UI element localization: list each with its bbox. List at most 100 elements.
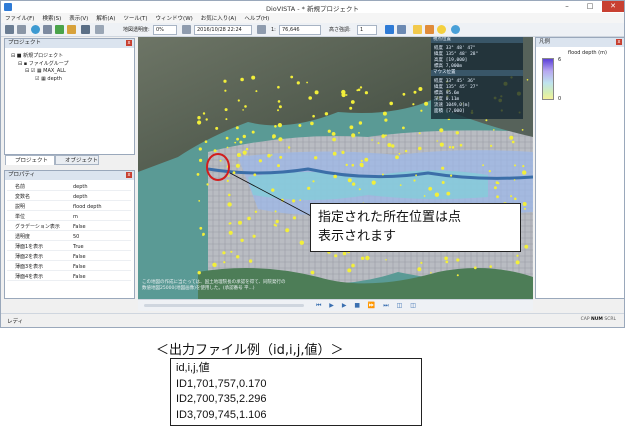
project-panel-title: プロジェクト — [8, 40, 42, 46]
layer-add-icon[interactable] — [55, 25, 64, 34]
observation-point — [488, 170, 491, 173]
observation-point — [444, 256, 448, 261]
grid-icon[interactable] — [17, 25, 26, 34]
bulb-icon[interactable] — [437, 25, 446, 34]
observation-point — [522, 165, 525, 168]
scale-field[interactable]: 76,646 — [279, 25, 321, 35]
tree-item-max-all[interactable]: ⊟ ☑ ▦ MAX_ALL — [25, 68, 66, 74]
observation-point — [275, 219, 279, 224]
property-value: depth — [73, 194, 88, 200]
observation-point — [418, 146, 422, 151]
close-button[interactable]: ✕ — [602, 1, 624, 12]
observation-point — [389, 101, 393, 106]
observation-point — [510, 195, 513, 198]
binoculars-icon[interactable] — [5, 25, 14, 34]
observation-point — [314, 156, 318, 160]
observation-point — [235, 163, 240, 168]
exaggeration-label: 高さ強調: — [329, 27, 351, 33]
observation-point — [199, 226, 203, 230]
observation-point — [423, 195, 426, 197]
property-row[interactable]: グラデーション表示 False — [7, 223, 131, 231]
transparency-label: 地図透明度: — [123, 27, 150, 33]
project-panel: プロジェクト x ⊟ ■ 新規プロジェクト ⊟ ▪ ファイルグループ ⊟ ☑ ▦ … — [4, 38, 135, 155]
observation-point — [418, 132, 421, 135]
property-row[interactable]: 説明 flood depth — [7, 203, 131, 211]
drop-icon[interactable] — [31, 25, 40, 34]
property-row[interactable]: 透明度 50 — [7, 233, 131, 241]
time-slider[interactable] — [144, 304, 304, 307]
close-icon[interactable]: x — [126, 40, 132, 46]
arrow-icon[interactable] — [257, 25, 266, 34]
observation-point — [341, 150, 345, 154]
property-row[interactable]: 変数名 depth — [7, 193, 131, 201]
tree-item-project[interactable]: ⊟ ■ 新規プロジェクト — [11, 52, 63, 59]
map-view[interactable]: 視点位置 経度 33° 48' 47" 緯度 135° 48' 28" 高度 [… — [138, 37, 533, 299]
legend-panel-title: 凡例 — [539, 39, 551, 45]
observation-point — [358, 188, 361, 191]
minimize-button[interactable]: – — [556, 1, 578, 12]
select-icon[interactable] — [43, 25, 52, 34]
menu-window[interactable]: ウィンドウ(W) — [152, 13, 197, 23]
transparency-select[interactable]: 0% — [153, 25, 177, 35]
menu-help[interactable]: ヘルプ(H) — [240, 13, 273, 23]
chart-icon[interactable] — [425, 25, 434, 34]
observation-point — [226, 179, 229, 182]
observation-point — [360, 164, 364, 168]
menu-view[interactable]: 表示(V) — [65, 13, 92, 23]
crosshair-icon[interactable] — [385, 25, 394, 34]
datetime-field[interactable]: 2016/10/28 22:24 — [194, 25, 252, 35]
close-icon[interactable]: x — [616, 39, 622, 45]
property-row[interactable]: 薄面4を表示 False — [7, 273, 131, 281]
observation-point — [228, 230, 233, 235]
observation-point — [521, 129, 524, 131]
observation-point — [436, 140, 439, 142]
status-indicators: CAP NUM SCRL — [581, 317, 616, 322]
tab-object[interactable]: オブジェクト — [55, 155, 99, 165]
erase-icon[interactable] — [95, 25, 104, 34]
observation-point — [234, 141, 237, 144]
output-caption: ＜出力ファイル例（id,i,j,値）＞ — [156, 343, 344, 358]
playback-controls[interactable]: ⏮ ▶ ▶ ■ ⏩ ⏭ ◫ ◫ — [316, 302, 419, 310]
observation-point — [255, 90, 258, 93]
observation-point — [430, 272, 432, 274]
observation-point — [205, 118, 208, 121]
property-key: グラデーション表示 — [15, 224, 60, 230]
observation-point — [342, 251, 347, 256]
property-row[interactable]: 薄面2を表示 False — [7, 253, 131, 261]
menu-search[interactable]: 検索(S) — [38, 13, 65, 23]
property-row[interactable]: 単位 m — [7, 213, 131, 221]
observation-point — [226, 146, 229, 149]
property-row[interactable]: 名前 depth — [7, 183, 131, 191]
maximize-button[interactable]: □ — [579, 1, 601, 12]
property-key: 薄面1を表示 — [15, 244, 44, 250]
observation-point — [314, 90, 319, 95]
property-row[interactable]: 薄面3を表示 False — [7, 263, 131, 271]
folder-icon[interactable] — [67, 25, 76, 34]
pencil-icon[interactable] — [81, 25, 90, 34]
highlight-icon[interactable] — [413, 25, 422, 34]
observation-point — [224, 108, 228, 112]
close-icon[interactable]: x — [126, 172, 132, 178]
observation-point — [377, 142, 380, 145]
observation-point — [359, 86, 363, 89]
menu-analysis[interactable]: 解析(A) — [92, 13, 119, 23]
menu-bar: ファイル(F) 検索(S) 表示(V) 解析(A) ツール(T) ウィンドウ(W) お気に入… — [1, 13, 624, 23]
menu-file[interactable]: ファイル(F) — [1, 13, 38, 23]
observation-point — [514, 164, 516, 167]
exaggeration-select[interactable]: 1 — [357, 25, 377, 35]
observation-point — [420, 261, 423, 264]
window-title: DioVISTA - * 新規プロジェクト — [266, 5, 359, 13]
menu-favorites[interactable]: お気に入り(A) — [197, 13, 241, 23]
menu-tools[interactable]: ツール(T) — [119, 13, 151, 23]
observation-point — [349, 106, 353, 110]
refresh-icon[interactable] — [451, 25, 460, 34]
property-row[interactable]: 薄面1を表示 True — [7, 243, 131, 251]
csv-header-line: id,i,j,値 — [176, 362, 210, 374]
observation-point — [236, 255, 240, 259]
layers-icon[interactable] — [397, 25, 406, 34]
tree-item-filegroup[interactable]: ⊟ ▪ ファイルグループ — [18, 60, 68, 67]
observation-point — [351, 263, 355, 268]
observation-point — [334, 254, 338, 258]
tab-project[interactable]: プロジェクト — [5, 155, 55, 165]
tree-item-depth[interactable]: ☑ ▦ depth — [35, 76, 62, 82]
